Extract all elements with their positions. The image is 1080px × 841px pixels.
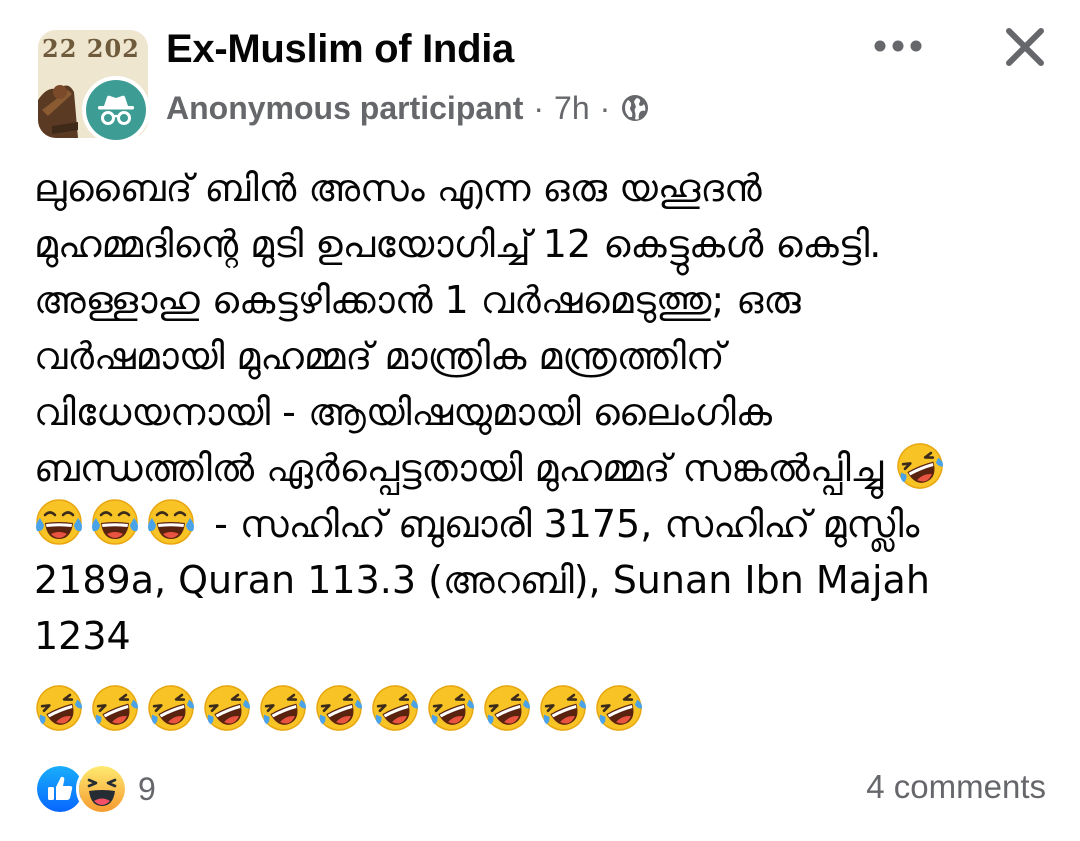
post-text-segment: - സഹിഹ് ബുഖാരി 3175, സഹിഹ് മുസ്ലിം bbox=[202, 502, 920, 546]
rolling-laughing-emoji bbox=[426, 683, 476, 733]
post-text-line: 2189a, Quran 113.3 (അറബി), Sunan Ibn Maj… bbox=[34, 558, 930, 602]
close-icon bbox=[1006, 28, 1044, 66]
more-options-button[interactable] bbox=[866, 26, 930, 66]
post-text-line: ലുബൈദ് ബിൻ അസം എന്ന ഒരു യഹൂദൻ bbox=[34, 166, 762, 210]
meta-separator: · bbox=[599, 89, 611, 126]
rolling-laughing-emoji bbox=[314, 683, 364, 733]
tears-of-joy-emoji bbox=[34, 497, 84, 547]
post-text-line: അള്ളാഹു കെട്ടഴിക്കാൻ 1 വർഷമെടുത്തു; ഒരു bbox=[34, 278, 801, 322]
rolling-laughing-emoji bbox=[538, 683, 588, 733]
meta-separator: · bbox=[533, 89, 545, 126]
reactions-summary[interactable]: 9 bbox=[34, 763, 156, 815]
rolling-laughing-emoji bbox=[34, 683, 84, 733]
rolling-laughing-emoji bbox=[146, 683, 196, 733]
post-meta: Anonymous participant · 7h · bbox=[166, 86, 650, 130]
comments-count-link[interactable]: 4 comments bbox=[866, 768, 1046, 806]
group-post: 22 202 Ex-Muslim of India Anonymous part… bbox=[0, 0, 1080, 841]
post-text-line: - സഹിഹ് ബുഖാരി 3175, സഹിഹ് മുസ്ലിം bbox=[34, 496, 1054, 552]
tears-of-joy-emoji bbox=[146, 497, 196, 547]
rolling-laughing-emoji bbox=[258, 683, 308, 733]
author-name[interactable]: Anonymous participant bbox=[166, 90, 523, 127]
rolling-laughing-emoji bbox=[370, 683, 420, 733]
rolling-laughing-emoji bbox=[594, 683, 644, 733]
post-text-line: വർഷമായി മുഹമ്മദ് മാന്ത്രിക മന്ത്രത്തിന് bbox=[34, 334, 725, 378]
globe-icon bbox=[620, 93, 650, 123]
post-text: ലുബൈദ് ബിൻ അസം എന്ന ഒരു യഹൂദൻ മുഹമ്മദിന്… bbox=[34, 160, 1054, 664]
emoji-row bbox=[34, 680, 650, 736]
more-horizontal-icon bbox=[874, 40, 922, 52]
post-text-line: ബന്ധത്തിൽ ഏർപ്പെട്ടതായി മുഹമ്മദ് സങ്കൽപ്… bbox=[34, 440, 1054, 496]
rolling-laughing-emoji bbox=[482, 683, 532, 733]
anonymous-avatar bbox=[82, 76, 150, 144]
post-text-line: മുഹമ്മദിന്റെ മുടി ഉപയോഗിച്ച് 12 കെട്ടുകൾ… bbox=[34, 222, 882, 266]
rolling-laughing-emoji bbox=[202, 683, 252, 733]
haha-icon bbox=[76, 763, 128, 815]
group-photo-text: 22 202 bbox=[42, 34, 140, 63]
group-name-link[interactable]: Ex-Muslim of India bbox=[166, 27, 514, 72]
post-text-line: വിധേയനായി - ആയിഷയുമായി ലൈംഗിക bbox=[34, 390, 772, 434]
reaction-count: 9 bbox=[138, 770, 156, 807]
post-text-segment: ബന്ധത്തിൽ ഏർപ്പെട്ടതായി മുഹമ്മദ് സങ്കൽപ്… bbox=[34, 446, 884, 490]
post-avatar[interactable]: 22 202 bbox=[38, 30, 152, 144]
rolling-laughing-emoji bbox=[90, 683, 140, 733]
close-button[interactable] bbox=[996, 18, 1054, 76]
post-time[interactable]: 7h bbox=[554, 90, 590, 127]
post-text-line: 1234 bbox=[34, 614, 131, 658]
rolling-laughing-emoji bbox=[895, 441, 945, 491]
tears-of-joy-emoji bbox=[90, 497, 140, 547]
incognito-icon bbox=[86, 80, 146, 140]
